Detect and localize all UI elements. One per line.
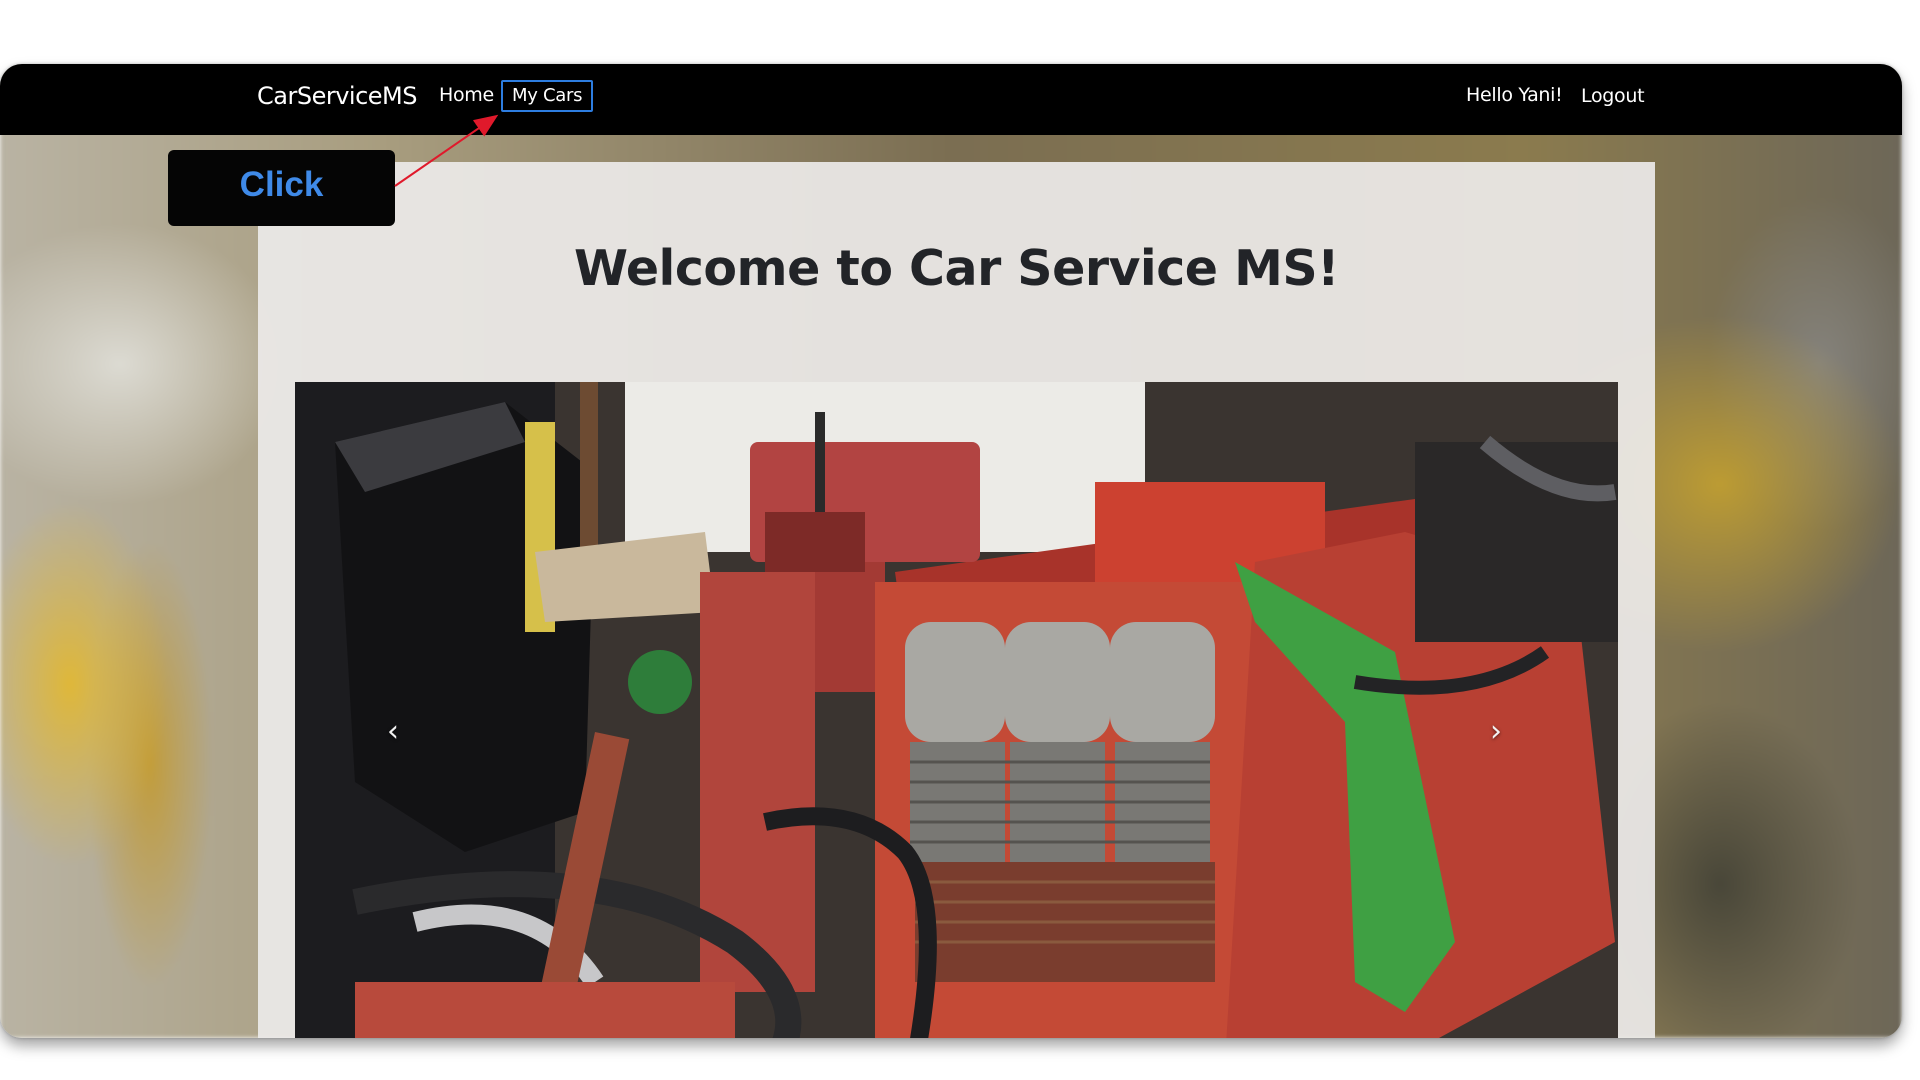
brand-link[interactable]: CarServiceMS (257, 82, 417, 110)
callout-text: Click (239, 165, 324, 204)
navbar: CarServiceMS Home My Cars Hello Yani! Lo… (0, 64, 1902, 135)
logout-link[interactable]: Logout (1581, 85, 1645, 107)
nav-home-link[interactable]: Home (439, 84, 494, 106)
image-carousel[interactable]: ‹ › (295, 382, 1618, 1038)
click-callout: Click (168, 150, 395, 226)
chevron-left-icon[interactable]: ‹ (373, 712, 413, 752)
page-title: Welcome to Car Service MS! (574, 240, 1339, 297)
main-container: Welcome to Car Service MS! ‹ › (258, 162, 1655, 1038)
nav-my-cars-link[interactable]: My Cars (501, 80, 594, 112)
user-greeting-link[interactable]: Hello Yani! (1466, 84, 1563, 106)
chevron-right-icon[interactable]: › (1476, 712, 1516, 752)
carousel-image (295, 382, 1618, 1038)
